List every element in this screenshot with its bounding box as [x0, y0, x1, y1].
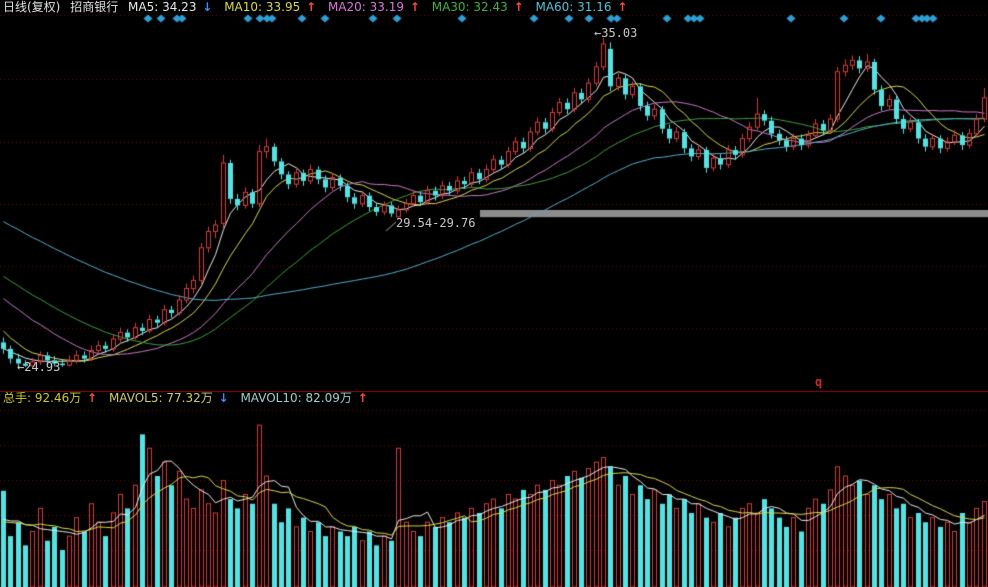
main-chart-header: 日线(复权) 招商银行 MA5: 34.23 ↓ MA10: 33.95 ↑ M… [3, 1, 635, 14]
kline-app-window: 日线(复权) 招商银行 MA5: 34.23 ↓ MA10: 33.95 ↑ M… [0, 0, 988, 587]
mavol5-value: MAVOL5: 77.32万 [109, 391, 213, 405]
ma60-value: MA60: 31.16 [535, 0, 611, 14]
peak-price-annotation: ←35.03 [594, 27, 637, 40]
kline-chart-canvas[interactable] [0, 0, 988, 587]
ma30-value: MA30: 32.43 [432, 0, 508, 14]
low-price-annotation: ←24.93 [17, 361, 60, 374]
ma5-value: MA5: 34.23 [128, 0, 196, 14]
mavol5-trend-arrow-icon: ↓ [219, 391, 229, 405]
ma5-trend-arrow-icon: ↓ [202, 0, 212, 14]
ma20-trend-arrow-icon: ↑ [410, 0, 420, 14]
ma30-trend-arrow-icon: ↑ [514, 0, 524, 14]
stock-name: 招商银行 [70, 0, 118, 14]
mavol10-value: MAVOL10: 82.09万 [240, 391, 351, 405]
total-volume-trend-arrow-icon: ↑ [87, 391, 97, 405]
mavol10-trend-arrow-icon: ↑ [358, 391, 368, 405]
ma10-value: MA10: 33.95 [224, 0, 300, 14]
ma20-value: MA20: 33.19 [328, 0, 404, 14]
range-price-annotation: 29.54-29.76 [396, 217, 475, 230]
q-event-marker: q [815, 376, 822, 388]
period-label: 日线(复权) [3, 0, 60, 14]
ma60-trend-arrow-icon: ↑ [617, 0, 627, 14]
ma10-trend-arrow-icon: ↑ [306, 0, 316, 14]
volume-pane-header: 总手: 92.46万 ↑ MAVOL5: 77.32万 ↓ MAVOL10: 8… [3, 392, 376, 405]
total-volume-value: 总手: 92.46万 [3, 391, 81, 405]
